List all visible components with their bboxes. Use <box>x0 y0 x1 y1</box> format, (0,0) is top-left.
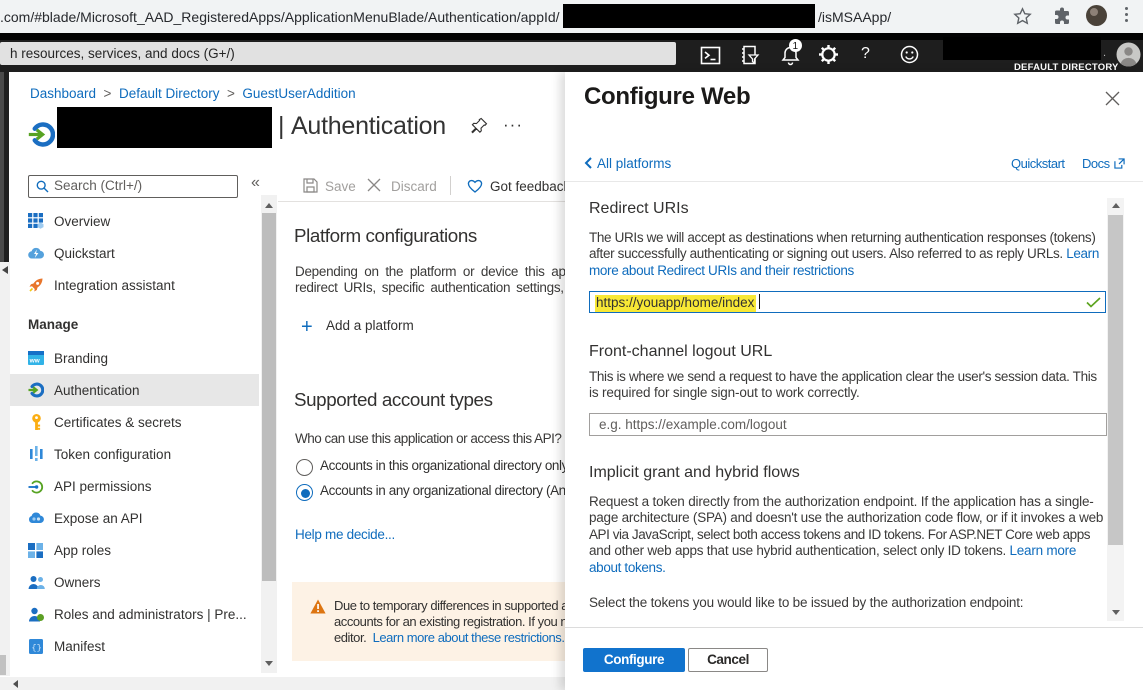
svg-text:{}: {} <box>32 643 42 653</box>
svg-text:ww: ww <box>29 358 41 365</box>
